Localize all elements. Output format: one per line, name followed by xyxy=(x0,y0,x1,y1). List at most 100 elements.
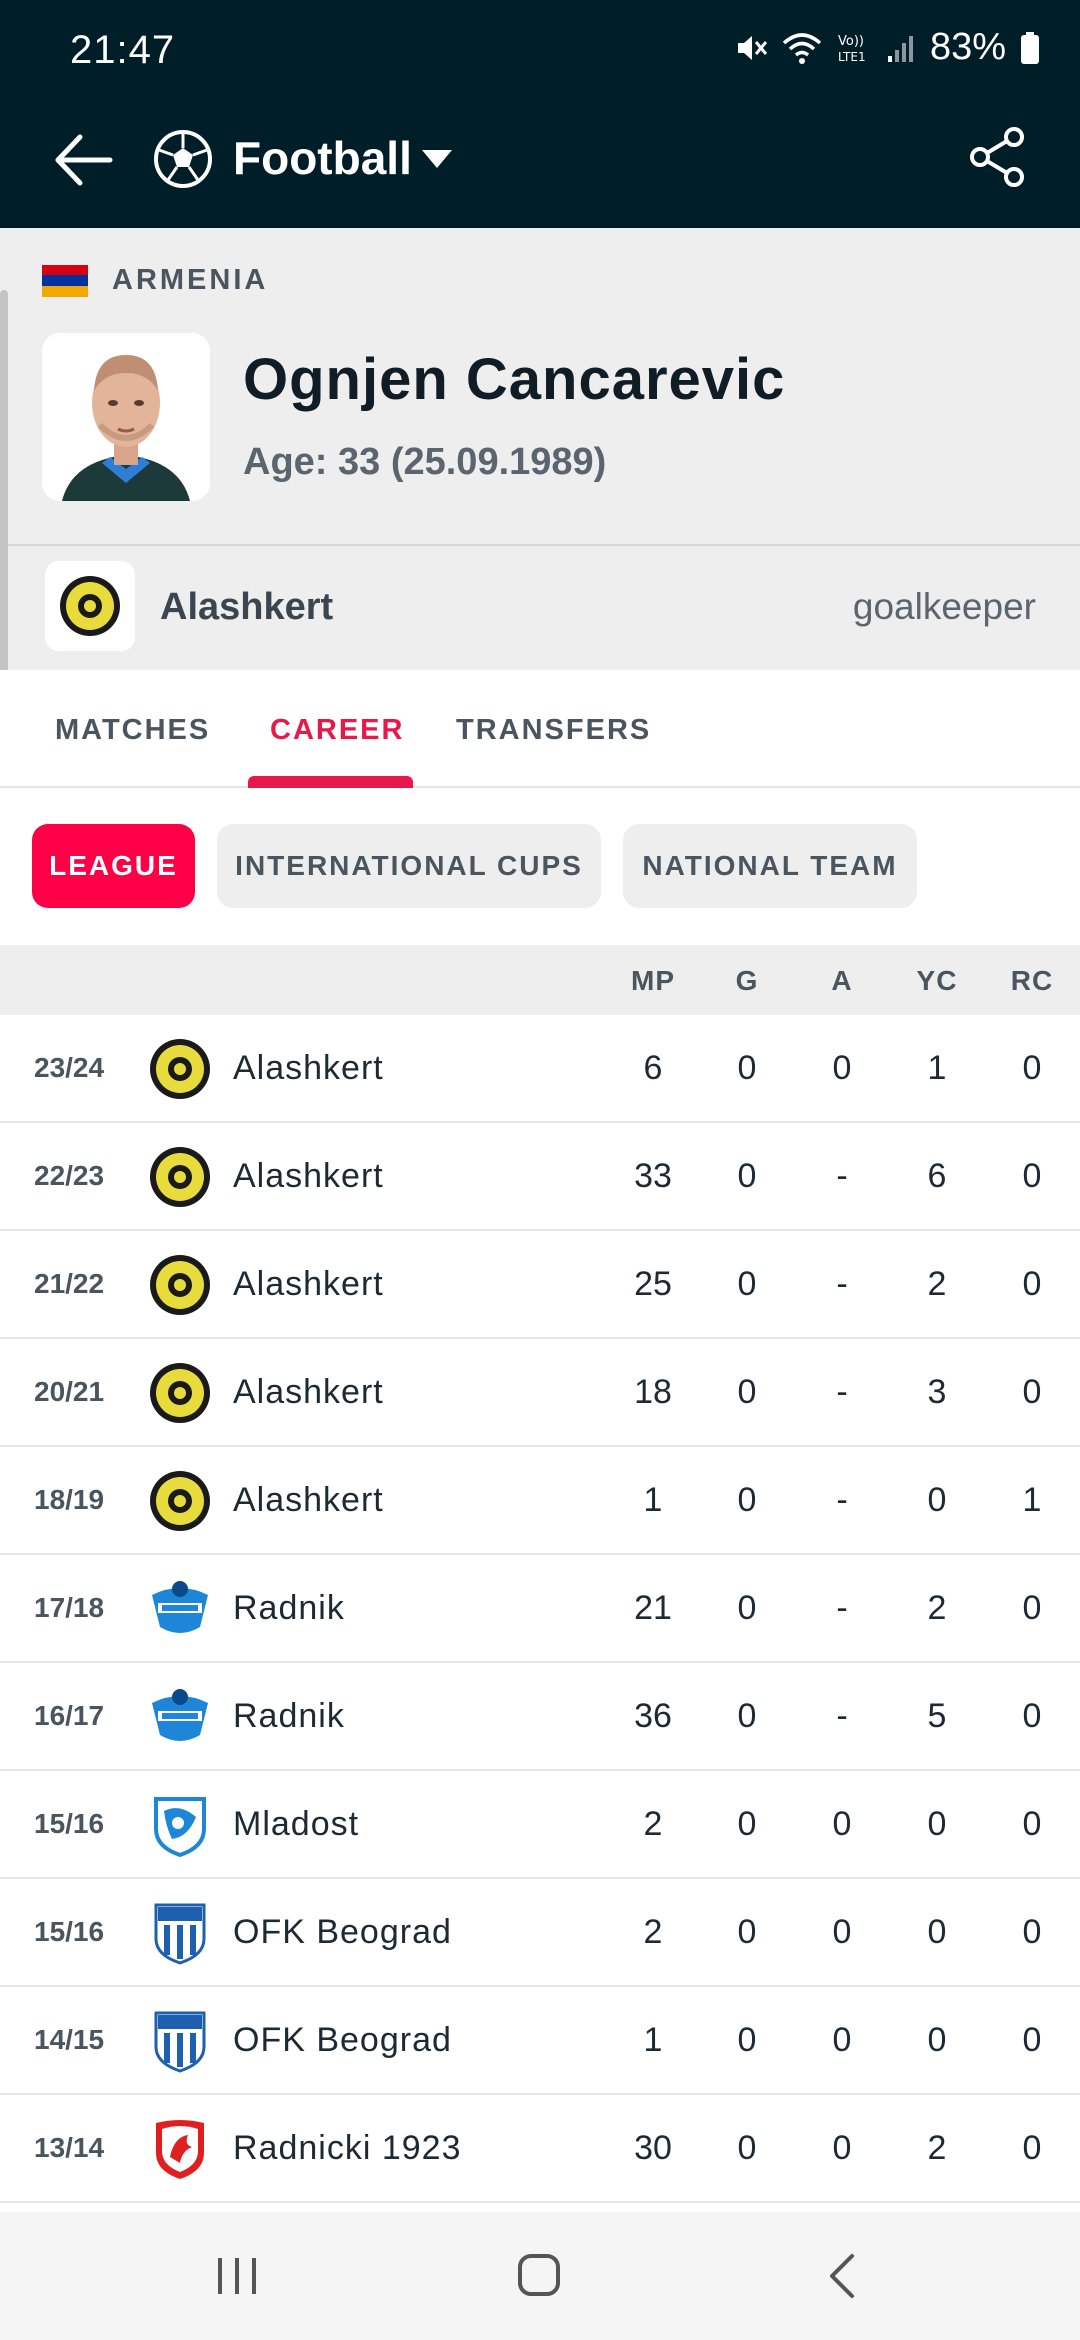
cell-rc: 0 xyxy=(1022,2021,1042,2059)
system-back-icon[interactable] xyxy=(822,2252,862,2300)
alashkert-crest-icon xyxy=(45,561,135,651)
home-icon[interactable] xyxy=(516,2252,562,2298)
season: 15/16 xyxy=(34,1916,105,1947)
mute-icon xyxy=(732,30,768,66)
cell-yc: 5 xyxy=(927,1697,947,1735)
cell-a: - xyxy=(836,1697,848,1735)
cell-mp: 21 xyxy=(634,1589,672,1627)
cell-g: 0 xyxy=(737,2021,757,2059)
cell-rc: 0 xyxy=(1022,1265,1042,1303)
season: 20/21 xyxy=(34,1376,105,1407)
sport-selector-label[interactable]: Football xyxy=(233,127,412,189)
cell-mp: 25 xyxy=(634,1265,672,1303)
status-icons: Vo)) LTE1 83% xyxy=(732,26,1040,69)
cell-a: - xyxy=(836,1481,848,1519)
country-row[interactable]: ARMENIA xyxy=(42,264,268,297)
table-row[interactable]: 23/24 Alashkert 6 0 0 1 0 xyxy=(0,1015,1080,1123)
dropdown-caret-icon[interactable] xyxy=(420,147,454,171)
cell-mp: 36 xyxy=(634,1697,672,1735)
cell-rc: 0 xyxy=(1022,1049,1042,1087)
cell-g: 0 xyxy=(737,1481,757,1519)
cell-g: 0 xyxy=(737,1805,757,1843)
table-row[interactable]: 18/19 Alashkert 1 0 - 0 1 xyxy=(0,1447,1080,1555)
mladost-crest-icon xyxy=(148,1793,212,1858)
club-name: Alashkert xyxy=(233,1157,384,1195)
top-bar: 21:47 Vo)) LTE1 83% Football xyxy=(0,0,1080,228)
wifi-icon xyxy=(782,31,822,65)
club-name: Radnik xyxy=(233,1589,345,1627)
back-arrow-icon[interactable] xyxy=(50,125,120,195)
season: 23/24 xyxy=(34,1052,105,1083)
table-row[interactable]: 16/17 Radnik 36 0 - 5 0 xyxy=(0,1663,1080,1771)
volte-icon: Vo)) LTE1 xyxy=(836,31,872,65)
active-tab-indicator xyxy=(248,776,413,788)
cell-mp: 30 xyxy=(634,2129,672,2167)
cell-yc: 0 xyxy=(927,1805,947,1843)
table-row[interactable]: 20/21 Alashkert 18 0 - 3 0 xyxy=(0,1339,1080,1447)
battery-icon xyxy=(1020,31,1040,65)
cell-yc: 0 xyxy=(927,1481,947,1519)
table-row[interactable]: 13/14 Radnicki 1923 30 0 0 2 0 xyxy=(0,2095,1080,2203)
share-icon[interactable] xyxy=(966,125,1030,189)
table-row[interactable]: 15/16 OFK Beograd 2 0 0 0 0 xyxy=(0,1879,1080,1987)
player-position: goalkeeper xyxy=(852,586,1036,627)
cell-a: - xyxy=(836,1157,848,1195)
battery-percent: 83% xyxy=(929,26,1006,68)
club-name: Radnicki 1923 xyxy=(233,2129,462,2167)
table-row[interactable]: 14/15 OFK Beograd 1 0 0 0 0 xyxy=(0,1987,1080,2095)
tab-matches[interactable]: MATCHES xyxy=(55,714,210,747)
alashkert-crest-icon xyxy=(148,1361,212,1425)
season: 15/16 xyxy=(34,1808,105,1839)
cell-a: - xyxy=(836,1589,848,1627)
column-yc: YC xyxy=(916,965,958,996)
tab-bar: MATCHES CAREER TRANSFERS xyxy=(0,670,1080,788)
football-icon[interactable] xyxy=(152,128,214,190)
club-name: Radnik xyxy=(233,1697,345,1735)
cell-mp: 6 xyxy=(643,1049,663,1087)
column-g: G xyxy=(735,965,759,996)
cell-mp: 2 xyxy=(643,1805,663,1843)
cell-a: 0 xyxy=(832,2021,852,2059)
ofk-beograd-crest-icon xyxy=(148,2009,212,2073)
club-name: Alashkert xyxy=(233,1481,384,1519)
cell-yc: 6 xyxy=(927,1157,947,1195)
svg-text:Vo)): Vo)) xyxy=(838,34,864,49)
filter-national-team[interactable]: NATIONAL TEAM xyxy=(623,824,917,908)
system-nav-bar xyxy=(0,2212,1080,2340)
cell-yc: 0 xyxy=(927,2021,947,2059)
cell-mp: 18 xyxy=(634,1373,672,1411)
tab-transfers[interactable]: TRANSFERS xyxy=(456,714,651,747)
cell-rc: 1 xyxy=(1022,1481,1042,1519)
cell-rc: 0 xyxy=(1022,1589,1042,1627)
alashkert-crest-icon xyxy=(148,1469,212,1533)
table-row[interactable]: 15/16 Mladost 2 0 0 0 0 xyxy=(0,1771,1080,1879)
season: 13/14 xyxy=(34,2132,105,2163)
cell-yc: 2 xyxy=(927,1265,947,1303)
cell-yc: 0 xyxy=(927,1913,947,1951)
table-row[interactable]: 21/22 Alashkert 25 0 - 2 0 xyxy=(0,1231,1080,1339)
scroll-handle[interactable] xyxy=(0,290,8,720)
filter-international-cups[interactable]: INTERNATIONAL CUPS xyxy=(217,824,601,908)
alashkert-crest-icon xyxy=(148,1145,212,1209)
cell-g: 0 xyxy=(737,1373,757,1411)
cell-yc: 3 xyxy=(927,1373,947,1411)
radnik-crest-icon xyxy=(148,1577,212,1641)
cell-rc: 0 xyxy=(1022,1157,1042,1195)
armenia-flag-icon xyxy=(42,264,88,297)
table-row[interactable]: 17/18 Radnik 21 0 - 2 0 xyxy=(0,1555,1080,1663)
cell-g: 0 xyxy=(737,1913,757,1951)
column-rc: RC xyxy=(1010,965,1054,996)
cell-yc: 1 xyxy=(927,1049,947,1087)
cell-g: 0 xyxy=(737,1589,757,1627)
cell-mp: 33 xyxy=(634,1157,672,1195)
cell-g: 0 xyxy=(737,2129,757,2167)
cell-g: 0 xyxy=(737,1265,757,1303)
filter-league[interactable]: LEAGUE xyxy=(32,824,195,908)
cell-a: - xyxy=(836,1373,848,1411)
current-team-row[interactable]: Alashkert goalkeeper xyxy=(0,546,1080,670)
cell-yc: 2 xyxy=(927,1589,947,1627)
tab-career[interactable]: CAREER xyxy=(270,714,404,747)
career-table-header: MP G A YC RC xyxy=(0,945,1080,1015)
table-row[interactable]: 22/23 Alashkert 33 0 - 6 0 xyxy=(0,1123,1080,1231)
recent-apps-icon[interactable] xyxy=(214,2254,260,2298)
